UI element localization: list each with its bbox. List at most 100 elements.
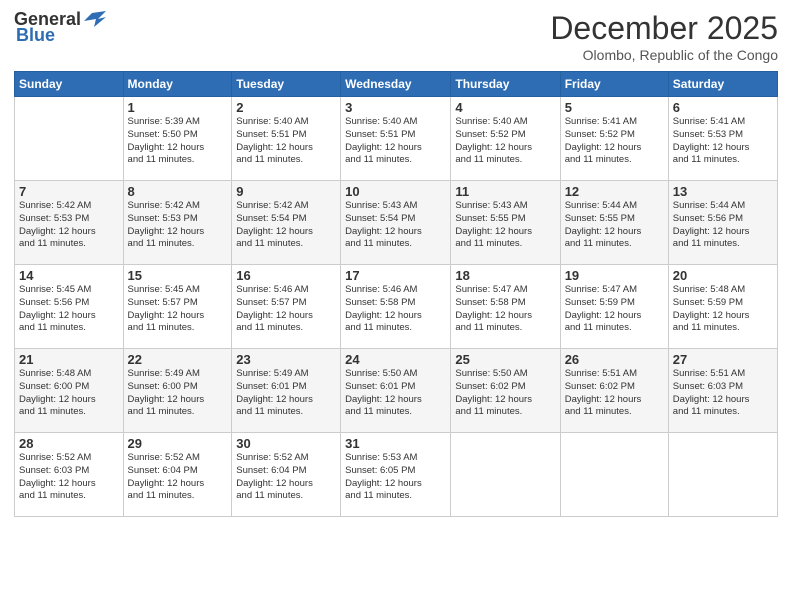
calendar-cell: 3Sunrise: 5:40 AMSunset: 5:51 PMDaylight… xyxy=(341,97,451,181)
calendar-col-friday: Friday xyxy=(560,72,668,97)
calendar-cell: 28Sunrise: 5:52 AMSunset: 6:03 PMDayligh… xyxy=(15,433,124,517)
calendar-cell: 11Sunrise: 5:43 AMSunset: 5:55 PMDayligh… xyxy=(451,181,560,265)
day-info: Sunrise: 5:50 AMSunset: 6:02 PMDaylight:… xyxy=(455,368,555,419)
day-info: Sunrise: 5:49 AMSunset: 6:01 PMDaylight:… xyxy=(236,368,336,419)
day-info: Sunrise: 5:48 AMSunset: 5:59 PMDaylight:… xyxy=(673,284,773,335)
calendar-cell: 2Sunrise: 5:40 AMSunset: 5:51 PMDaylight… xyxy=(232,97,341,181)
day-info: Sunrise: 5:45 AMSunset: 5:56 PMDaylight:… xyxy=(19,284,119,335)
day-number: 2 xyxy=(236,100,336,115)
calendar-cell xyxy=(668,433,777,517)
calendar-cell: 29Sunrise: 5:52 AMSunset: 6:04 PMDayligh… xyxy=(123,433,232,517)
day-number: 15 xyxy=(128,268,228,283)
day-number: 5 xyxy=(565,100,664,115)
calendar-week-row: 1Sunrise: 5:39 AMSunset: 5:50 PMDaylight… xyxy=(15,97,778,181)
calendar-cell: 14Sunrise: 5:45 AMSunset: 5:56 PMDayligh… xyxy=(15,265,124,349)
day-number: 8 xyxy=(128,184,228,199)
header: General Blue December 2025 Olombo, Repub… xyxy=(14,10,778,63)
calendar-col-monday: Monday xyxy=(123,72,232,97)
day-info: Sunrise: 5:41 AMSunset: 5:53 PMDaylight:… xyxy=(673,116,773,167)
calendar-week-row: 7Sunrise: 5:42 AMSunset: 5:53 PMDaylight… xyxy=(15,181,778,265)
day-info: Sunrise: 5:51 AMSunset: 6:02 PMDaylight:… xyxy=(565,368,664,419)
calendar-cell: 20Sunrise: 5:48 AMSunset: 5:59 PMDayligh… xyxy=(668,265,777,349)
calendar-cell: 12Sunrise: 5:44 AMSunset: 5:55 PMDayligh… xyxy=(560,181,668,265)
calendar-col-tuesday: Tuesday xyxy=(232,72,341,97)
day-number: 25 xyxy=(455,352,555,367)
day-info: Sunrise: 5:40 AMSunset: 5:51 PMDaylight:… xyxy=(236,116,336,167)
day-info: Sunrise: 5:49 AMSunset: 6:00 PMDaylight:… xyxy=(128,368,228,419)
day-info: Sunrise: 5:46 AMSunset: 5:57 PMDaylight:… xyxy=(236,284,336,335)
day-info: Sunrise: 5:42 AMSunset: 5:53 PMDaylight:… xyxy=(19,200,119,251)
calendar-cell: 15Sunrise: 5:45 AMSunset: 5:57 PMDayligh… xyxy=(123,265,232,349)
day-info: Sunrise: 5:40 AMSunset: 5:51 PMDaylight:… xyxy=(345,116,446,167)
calendar-cell xyxy=(451,433,560,517)
day-info: Sunrise: 5:42 AMSunset: 5:53 PMDaylight:… xyxy=(128,200,228,251)
day-number: 10 xyxy=(345,184,446,199)
day-number: 9 xyxy=(236,184,336,199)
calendar-cell xyxy=(560,433,668,517)
calendar-header-row: SundayMondayTuesdayWednesdayThursdayFrid… xyxy=(15,72,778,97)
calendar-cell: 24Sunrise: 5:50 AMSunset: 6:01 PMDayligh… xyxy=(341,349,451,433)
day-info: Sunrise: 5:48 AMSunset: 6:00 PMDaylight:… xyxy=(19,368,119,419)
day-number: 12 xyxy=(565,184,664,199)
logo-blue-text: Blue xyxy=(16,26,55,46)
day-info: Sunrise: 5:53 AMSunset: 6:05 PMDaylight:… xyxy=(345,452,446,503)
calendar-col-wednesday: Wednesday xyxy=(341,72,451,97)
day-number: 17 xyxy=(345,268,446,283)
day-info: Sunrise: 5:52 AMSunset: 6:04 PMDaylight:… xyxy=(128,452,228,503)
day-number: 21 xyxy=(19,352,119,367)
calendar-cell: 27Sunrise: 5:51 AMSunset: 6:03 PMDayligh… xyxy=(668,349,777,433)
day-info: Sunrise: 5:45 AMSunset: 5:57 PMDaylight:… xyxy=(128,284,228,335)
day-number: 27 xyxy=(673,352,773,367)
day-number: 16 xyxy=(236,268,336,283)
calendar-cell: 1Sunrise: 5:39 AMSunset: 5:50 PMDaylight… xyxy=(123,97,232,181)
day-number: 29 xyxy=(128,436,228,451)
day-number: 3 xyxy=(345,100,446,115)
page: General Blue December 2025 Olombo, Repub… xyxy=(0,0,792,612)
day-number: 19 xyxy=(565,268,664,283)
day-info: Sunrise: 5:44 AMSunset: 5:56 PMDaylight:… xyxy=(673,200,773,251)
day-info: Sunrise: 5:43 AMSunset: 5:54 PMDaylight:… xyxy=(345,200,446,251)
day-info: Sunrise: 5:39 AMSunset: 5:50 PMDaylight:… xyxy=(128,116,228,167)
day-number: 24 xyxy=(345,352,446,367)
day-info: Sunrise: 5:50 AMSunset: 6:01 PMDaylight:… xyxy=(345,368,446,419)
day-number: 31 xyxy=(345,436,446,451)
logo: General Blue xyxy=(14,10,106,46)
calendar-cell: 25Sunrise: 5:50 AMSunset: 6:02 PMDayligh… xyxy=(451,349,560,433)
day-number: 26 xyxy=(565,352,664,367)
calendar-cell: 21Sunrise: 5:48 AMSunset: 6:00 PMDayligh… xyxy=(15,349,124,433)
day-info: Sunrise: 5:46 AMSunset: 5:58 PMDaylight:… xyxy=(345,284,446,335)
day-number: 28 xyxy=(19,436,119,451)
calendar-cell: 18Sunrise: 5:47 AMSunset: 5:58 PMDayligh… xyxy=(451,265,560,349)
calendar-cell: 8Sunrise: 5:42 AMSunset: 5:53 PMDaylight… xyxy=(123,181,232,265)
calendar-col-saturday: Saturday xyxy=(668,72,777,97)
day-info: Sunrise: 5:41 AMSunset: 5:52 PMDaylight:… xyxy=(565,116,664,167)
day-number: 30 xyxy=(236,436,336,451)
day-number: 13 xyxy=(673,184,773,199)
day-info: Sunrise: 5:51 AMSunset: 6:03 PMDaylight:… xyxy=(673,368,773,419)
day-number: 7 xyxy=(19,184,119,199)
calendar-cell: 4Sunrise: 5:40 AMSunset: 5:52 PMDaylight… xyxy=(451,97,560,181)
calendar-cell: 17Sunrise: 5:46 AMSunset: 5:58 PMDayligh… xyxy=(341,265,451,349)
subtitle: Olombo, Republic of the Congo xyxy=(550,47,778,63)
calendar-cell: 31Sunrise: 5:53 AMSunset: 6:05 PMDayligh… xyxy=(341,433,451,517)
day-info: Sunrise: 5:43 AMSunset: 5:55 PMDaylight:… xyxy=(455,200,555,251)
calendar-week-row: 14Sunrise: 5:45 AMSunset: 5:56 PMDayligh… xyxy=(15,265,778,349)
day-info: Sunrise: 5:44 AMSunset: 5:55 PMDaylight:… xyxy=(565,200,664,251)
calendar-cell: 7Sunrise: 5:42 AMSunset: 5:53 PMDaylight… xyxy=(15,181,124,265)
calendar-cell: 26Sunrise: 5:51 AMSunset: 6:02 PMDayligh… xyxy=(560,349,668,433)
day-number: 23 xyxy=(236,352,336,367)
calendar-week-row: 21Sunrise: 5:48 AMSunset: 6:00 PMDayligh… xyxy=(15,349,778,433)
calendar-cell: 13Sunrise: 5:44 AMSunset: 5:56 PMDayligh… xyxy=(668,181,777,265)
calendar-cell xyxy=(15,97,124,181)
day-info: Sunrise: 5:52 AMSunset: 6:04 PMDaylight:… xyxy=(236,452,336,503)
calendar-cell: 16Sunrise: 5:46 AMSunset: 5:57 PMDayligh… xyxy=(232,265,341,349)
day-number: 4 xyxy=(455,100,555,115)
calendar-cell: 30Sunrise: 5:52 AMSunset: 6:04 PMDayligh… xyxy=(232,433,341,517)
day-number: 20 xyxy=(673,268,773,283)
title-block: December 2025 Olombo, Republic of the Co… xyxy=(550,10,778,63)
calendar-col-sunday: Sunday xyxy=(15,72,124,97)
day-number: 22 xyxy=(128,352,228,367)
calendar-table: SundayMondayTuesdayWednesdayThursdayFrid… xyxy=(14,71,778,517)
calendar-cell: 5Sunrise: 5:41 AMSunset: 5:52 PMDaylight… xyxy=(560,97,668,181)
day-info: Sunrise: 5:47 AMSunset: 5:59 PMDaylight:… xyxy=(565,284,664,335)
